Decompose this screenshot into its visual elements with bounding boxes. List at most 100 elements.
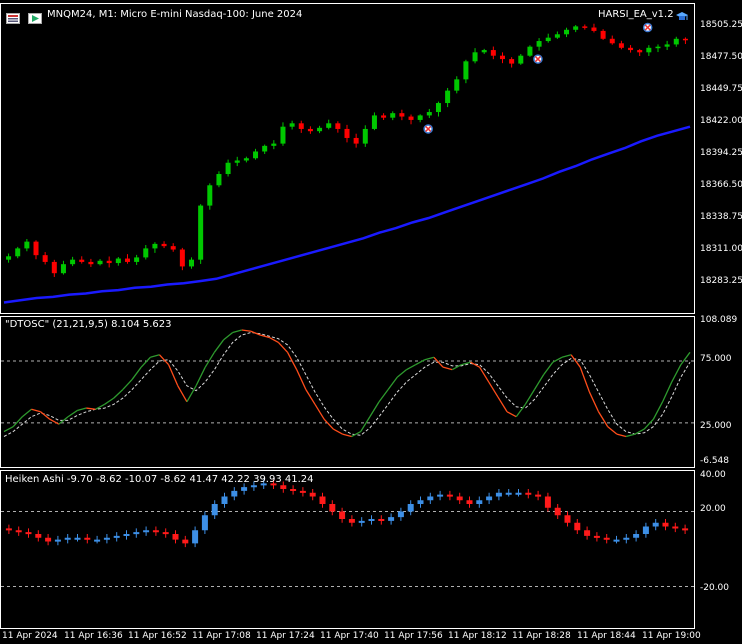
price-candle[interactable]: [79, 259, 85, 262]
ha-candle[interactable]: [84, 537, 91, 540]
price-candle[interactable]: [33, 241, 39, 256]
ha-candle[interactable]: [623, 537, 630, 540]
price-candle[interactable]: [161, 243, 167, 247]
ha-candle[interactable]: [339, 511, 346, 520]
graduation-cap-icon[interactable]: [675, 8, 689, 20]
ha-candle[interactable]: [133, 532, 140, 535]
ha-candle[interactable]: [54, 539, 61, 542]
ha-candle[interactable]: [74, 537, 81, 540]
price-candle[interactable]: [262, 145, 268, 152]
price-candle[interactable]: [426, 112, 432, 116]
ha-candle[interactable]: [192, 530, 199, 544]
ha-candle[interactable]: [544, 496, 551, 508]
play-icon[interactable]: [28, 9, 42, 24]
ha-candle[interactable]: [5, 528, 12, 531]
ha-candle[interactable]: [388, 517, 395, 521]
price-candle[interactable]: [609, 38, 615, 44]
ha-candle[interactable]: [329, 504, 336, 512]
price-candle[interactable]: [124, 258, 130, 262]
ha-candle[interactable]: [476, 500, 483, 504]
price-candle[interactable]: [618, 43, 624, 48]
ha-candle[interactable]: [593, 535, 600, 538]
ha-candle[interactable]: [515, 492, 522, 495]
ha-candle[interactable]: [309, 492, 316, 497]
price-candle[interactable]: [152, 243, 158, 249]
ha-candle[interactable]: [290, 489, 297, 491]
ha-candle[interactable]: [486, 496, 493, 501]
ha-candle[interactable]: [319, 496, 326, 505]
price-candle[interactable]: [435, 103, 441, 113]
ha-candle[interactable]: [113, 535, 120, 538]
ha-candle[interactable]: [584, 530, 591, 536]
ha-candle[interactable]: [564, 515, 571, 523]
price-candle[interactable]: [637, 50, 643, 53]
ha-candle[interactable]: [466, 500, 473, 504]
price-candle[interactable]: [371, 115, 377, 129]
ha-candle[interactable]: [603, 537, 610, 540]
ha-candle[interactable]: [682, 528, 689, 531]
price-candle[interactable]: [399, 113, 405, 117]
ha-candle[interactable]: [535, 494, 542, 497]
price-candle[interactable]: [628, 47, 634, 51]
price-candle[interactable]: [646, 47, 652, 53]
price-candle[interactable]: [106, 260, 112, 264]
ha-candle[interactable]: [505, 492, 512, 495]
price-candle[interactable]: [234, 160, 240, 163]
price-candle[interactable]: [60, 264, 66, 274]
ha-candle[interactable]: [554, 507, 561, 516]
price-panel[interactable]: [3, 22, 691, 304]
ha-candle[interactable]: [672, 526, 679, 529]
price-candle[interactable]: [390, 113, 396, 118]
ha-candle[interactable]: [221, 496, 228, 505]
price-candle[interactable]: [335, 123, 341, 129]
ha-candle[interactable]: [299, 490, 306, 493]
ha-candle[interactable]: [358, 520, 365, 523]
price-candle[interactable]: [317, 127, 323, 132]
ha-candle[interactable]: [162, 532, 169, 535]
price-candle[interactable]: [554, 34, 560, 38]
price-candle[interactable]: [207, 185, 213, 206]
price-candle[interactable]: [97, 260, 103, 265]
price-candle[interactable]: [134, 257, 140, 262]
ha-candle[interactable]: [182, 539, 189, 544]
price-candle[interactable]: [655, 46, 661, 49]
price-candle[interactable]: [280, 126, 286, 144]
dtosc-panel[interactable]: [1, 329, 694, 438]
price-candle[interactable]: [536, 41, 542, 47]
ha-candle[interactable]: [143, 530, 150, 533]
price-candle[interactable]: [381, 115, 387, 118]
price-candle[interactable]: [271, 143, 277, 146]
price-candle[interactable]: [298, 123, 304, 129]
price-candle[interactable]: [143, 248, 149, 258]
price-candle[interactable]: [362, 128, 368, 144]
ha-candle[interactable]: [211, 504, 218, 516]
ha-candle[interactable]: [378, 519, 385, 521]
price-candle[interactable]: [326, 123, 332, 128]
price-candle[interactable]: [353, 137, 359, 144]
ha-candle[interactable]: [35, 534, 42, 538]
price-candle[interactable]: [307, 128, 313, 132]
price-candle[interactable]: [490, 50, 496, 56]
ha-candle[interactable]: [45, 537, 52, 542]
price-candle[interactable]: [179, 249, 185, 267]
ha-candle[interactable]: [172, 534, 179, 540]
price-candle[interactable]: [243, 158, 249, 161]
ha-candle[interactable]: [456, 496, 463, 501]
ha-candle[interactable]: [201, 515, 208, 531]
price-candle[interactable]: [445, 90, 451, 104]
ha-candle[interactable]: [241, 487, 248, 491]
price-candle[interactable]: [600, 30, 606, 39]
price-candle[interactable]: [664, 44, 670, 47]
ha-candle[interactable]: [437, 494, 444, 497]
ha-candle[interactable]: [94, 539, 101, 542]
ha-candle[interactable]: [495, 492, 502, 497]
ha-candle[interactable]: [642, 526, 649, 535]
price-candle[interactable]: [115, 258, 121, 264]
price-candle[interactable]: [417, 115, 423, 120]
price-candle[interactable]: [527, 46, 533, 56]
ha-candle[interactable]: [231, 490, 238, 497]
price-candle[interactable]: [591, 27, 597, 31]
ha-candle[interactable]: [15, 530, 22, 533]
price-candle[interactable]: [509, 59, 515, 64]
price-candle[interactable]: [582, 26, 588, 28]
